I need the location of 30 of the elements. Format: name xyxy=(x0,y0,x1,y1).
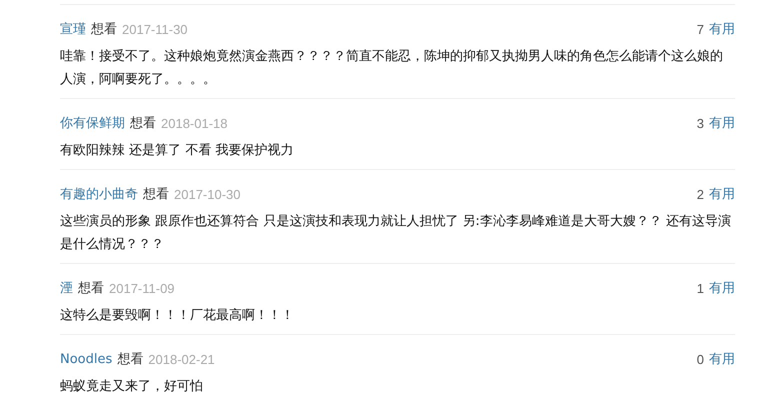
rating-status: 想看 xyxy=(117,351,144,369)
comment-date: 2018-02-21 xyxy=(148,351,215,369)
comment-text: 这些演员的形象 跟原作也还算符合 只是这演技和表现力就让人担忧了 另:李沁李易峰难道是大哥大嫂？？ 还有这导演是什么情况？？？ xyxy=(60,213,732,254)
useful-link[interactable]: 有用 xyxy=(709,114,735,134)
comment-date: 2017-11-09 xyxy=(109,280,175,298)
vote-count: 0 xyxy=(696,351,704,369)
comment-text: 有欧阳辣辣 还是算了 不看 我要保护视力 xyxy=(60,142,294,160)
comment-text: 这特么是要毁啊！！！厂花最高啊！！！ xyxy=(60,307,295,325)
comment-date: 2018-01-18 xyxy=(161,115,228,133)
user-name-link[interactable]: 宣瑾 xyxy=(60,20,86,40)
vote-count: 3 xyxy=(696,115,704,133)
comment-text: 蚂蚁竟走又来了，好可怕 xyxy=(60,378,204,396)
comment-text: 哇靠！接受不了。这种娘炮竟然演金燕西？？？？简直不能忍，陈坤的抑郁又执拗男人味的角色怎么能请个这么娘的人演，阿啊要死了。。。。 xyxy=(60,48,724,89)
user-name-link[interactable]: Noodles xyxy=(60,350,112,370)
vote-count: 2 xyxy=(696,186,704,204)
user-name-link[interactable]: 有趣的小曲奇 xyxy=(60,185,138,205)
vote-count: 1 xyxy=(696,280,704,298)
rating-status: 想看 xyxy=(91,21,117,39)
user-name-link[interactable]: 你有保鲜期 xyxy=(60,114,125,134)
useful-link[interactable]: 有用 xyxy=(709,185,735,205)
comment-date: 2017-10-30 xyxy=(174,186,240,204)
useful-link[interactable]: 有用 xyxy=(709,20,735,40)
useful-link[interactable]: 有用 xyxy=(709,279,735,299)
user-name-link[interactable]: 湮 xyxy=(60,279,73,299)
comment-date: 2017-11-30 xyxy=(122,21,188,39)
rating-status: 想看 xyxy=(143,186,169,204)
rating-status: 想看 xyxy=(130,115,156,133)
useful-link[interactable]: 有用 xyxy=(709,350,735,370)
vote-count: 7 xyxy=(696,21,704,39)
rating-status: 想看 xyxy=(78,280,104,298)
